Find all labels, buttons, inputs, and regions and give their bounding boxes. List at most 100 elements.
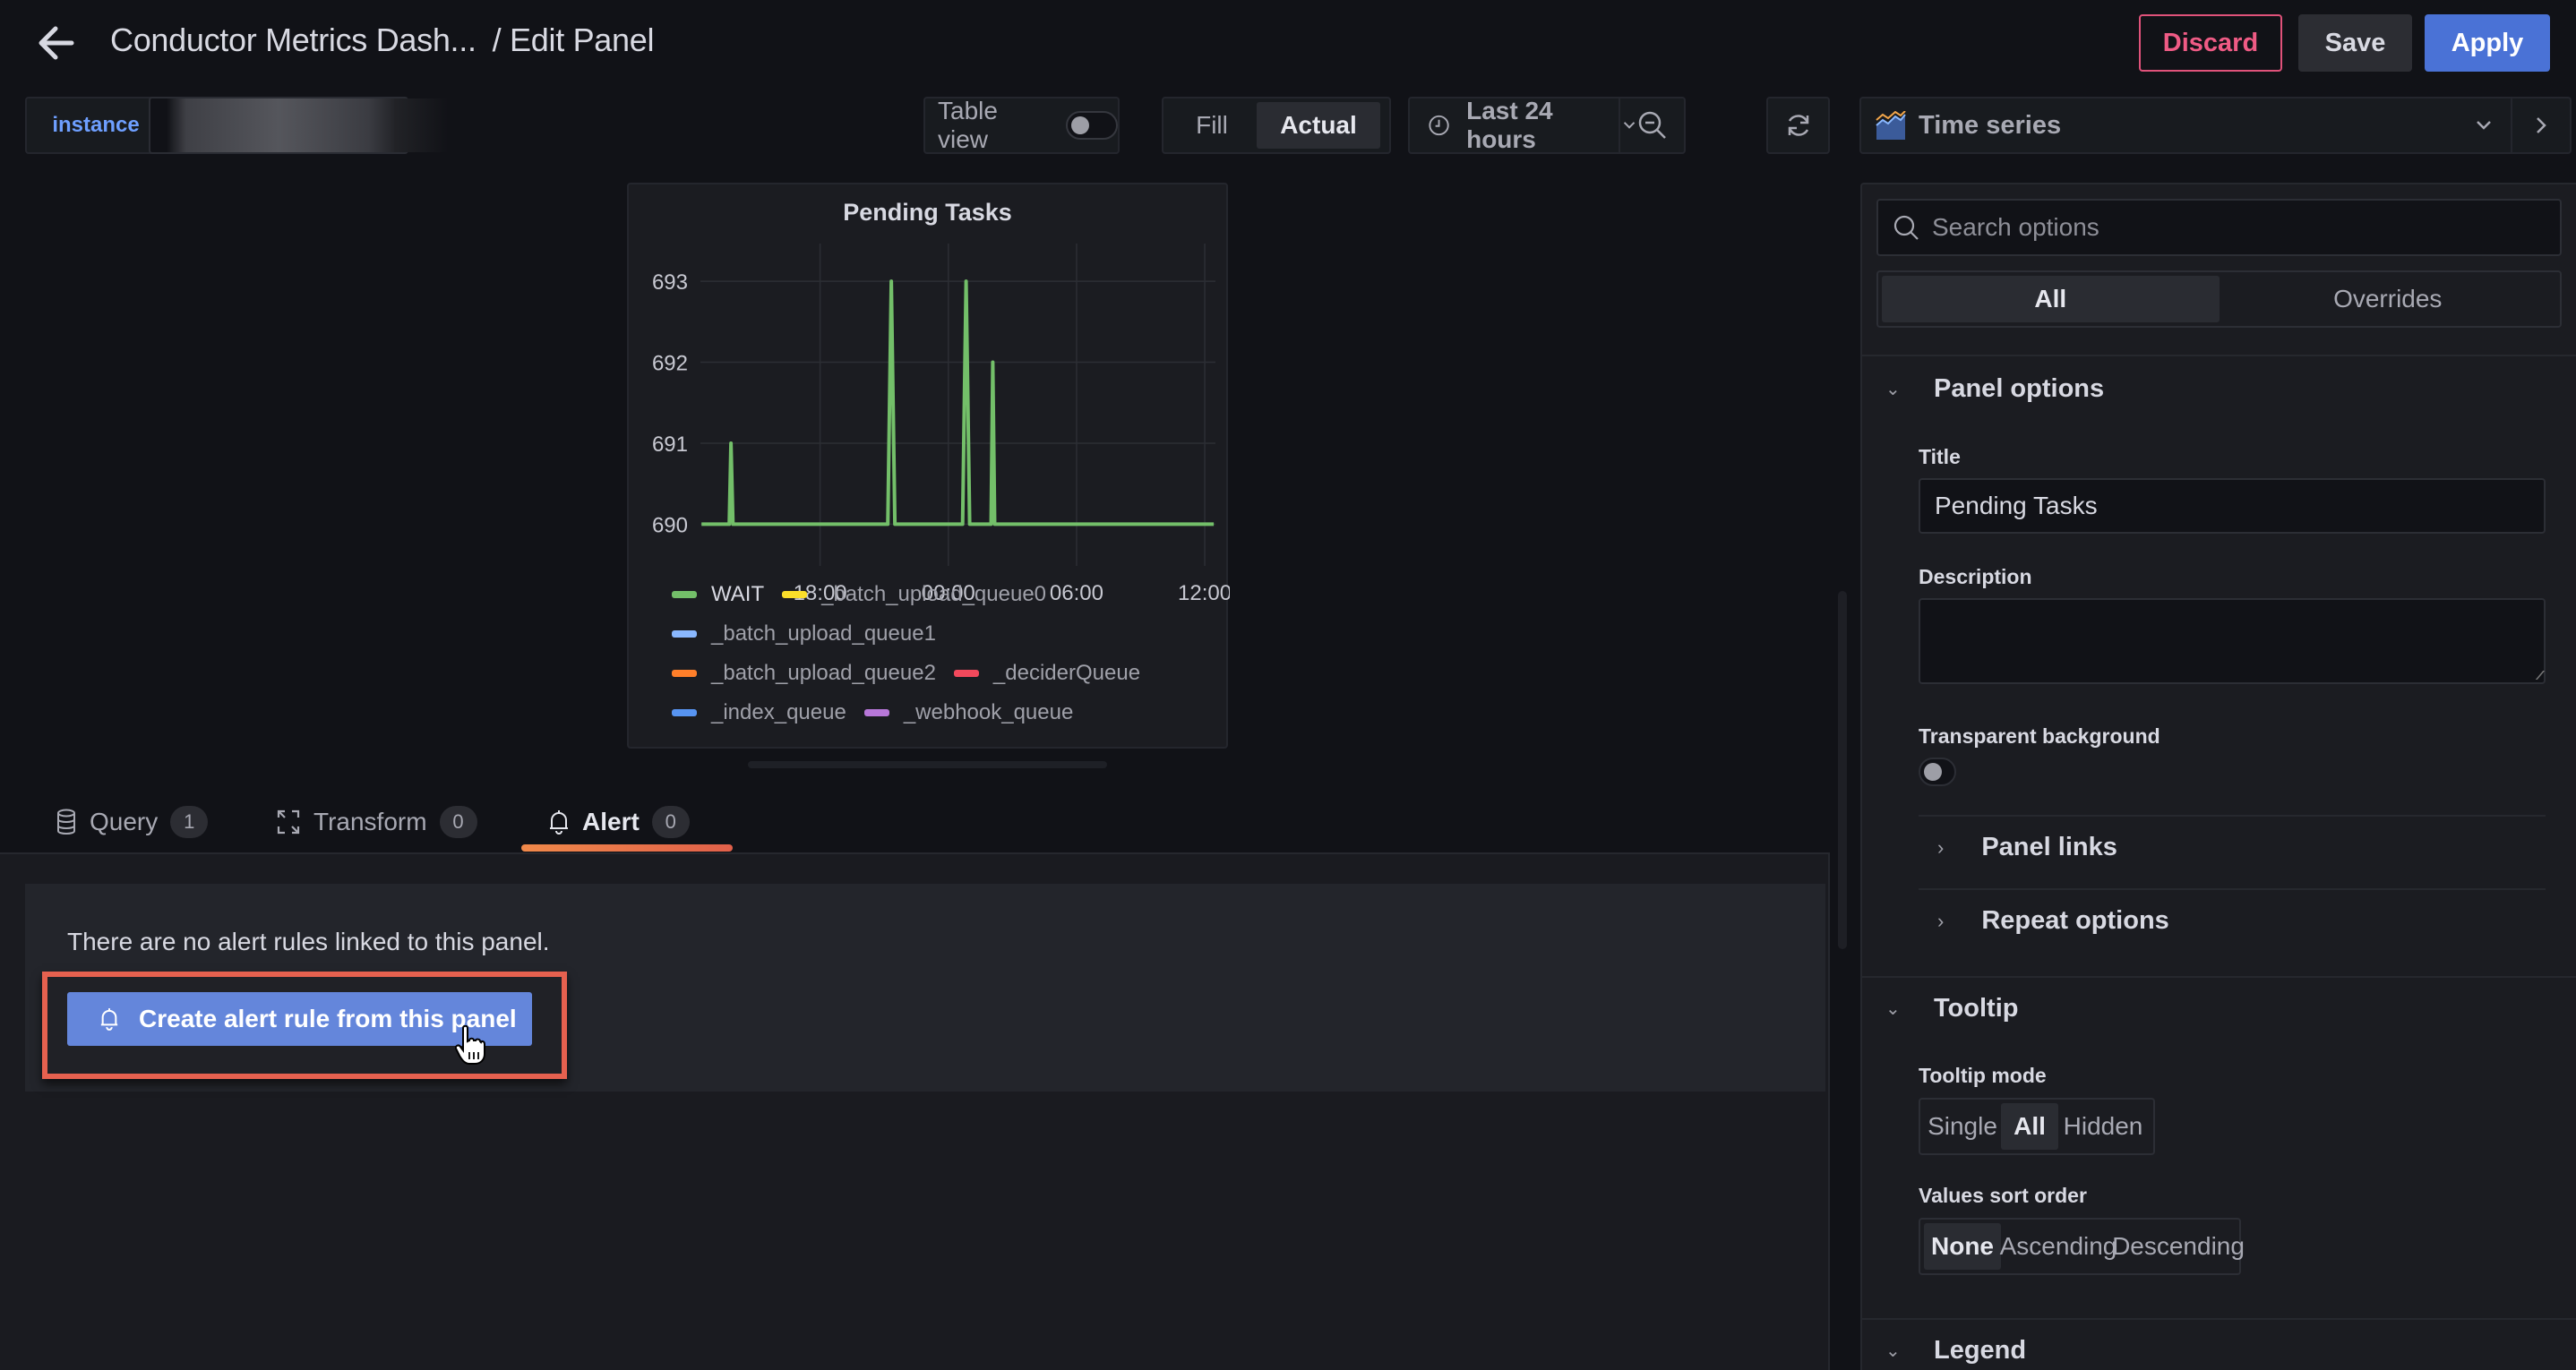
tooltip-mode-hidden[interactable]: Hidden bbox=[2058, 1103, 2148, 1150]
legend-row: _batch_upload_queue2 _deciderQueue bbox=[672, 654, 1218, 693]
legend-item[interactable]: _batch_upload_queue0 bbox=[782, 582, 1046, 607]
options-tabs: All Overrides bbox=[1876, 270, 2562, 328]
description-textarea[interactable] bbox=[1919, 598, 2546, 684]
description-label: Description bbox=[1919, 565, 2032, 588]
divider bbox=[1862, 976, 2576, 978]
active-tab-indicator bbox=[521, 844, 733, 852]
tab-count-badge: 0 bbox=[651, 806, 690, 838]
refresh-button[interactable] bbox=[1766, 97, 1830, 154]
visualization-picker[interactable]: Time series bbox=[1859, 97, 2572, 154]
zoom-out-button[interactable] bbox=[1619, 98, 1684, 152]
divider bbox=[1919, 815, 2546, 817]
time-series-icon bbox=[1876, 111, 1906, 140]
legend-item[interactable]: _batch_upload_queue2 bbox=[672, 661, 936, 686]
legend-item[interactable]: _index_queue bbox=[672, 700, 846, 725]
transparent-background-label: Transparent background bbox=[1919, 724, 2160, 748]
y-tick-label: 690 bbox=[652, 513, 688, 537]
chevron-right-icon: › bbox=[1937, 835, 1945, 859]
breadcrumb: Conductor Metrics Dash... / Edit Panel bbox=[110, 21, 654, 59]
sort-order-descending[interactable]: Descending bbox=[2112, 1223, 2245, 1270]
hand-pointer-cursor-icon bbox=[455, 1025, 485, 1065]
section-title: Tooltip bbox=[1934, 994, 2019, 1023]
tab-alert[interactable]: Alert 0 bbox=[548, 800, 690, 844]
visualization-label: Time series bbox=[1919, 110, 2062, 140]
chevron-down-icon: ⌄ bbox=[1885, 1341, 1901, 1361]
toggle-knob bbox=[1924, 763, 1942, 781]
search-options-input[interactable]: Search options bbox=[1876, 199, 2562, 256]
section-legend[interactable]: ⌄ Legend bbox=[1885, 1336, 2026, 1366]
chart-legend: WAIT _batch_upload_queue0 _batch_upload_qu… bbox=[672, 575, 1218, 732]
database-icon bbox=[57, 809, 75, 835]
search-icon bbox=[1893, 215, 1919, 240]
legend-item[interactable]: _deciderQueue bbox=[953, 661, 1140, 686]
legend-label: _batch_upload_queue0 bbox=[821, 582, 1047, 606]
legend-row: WAIT _batch_upload_queue0 bbox=[672, 575, 1218, 614]
legend-swatch bbox=[672, 670, 697, 677]
legend-swatch bbox=[782, 591, 808, 598]
dashboard-title-link[interactable]: Conductor Metrics Dash... bbox=[110, 21, 477, 58]
title-input[interactable]: Pending Tasks bbox=[1919, 478, 2546, 534]
legend-swatch bbox=[672, 591, 697, 598]
discard-button[interactable]: Discard bbox=[2139, 14, 2282, 72]
editor-scrollbar[interactable] bbox=[1838, 591, 1847, 949]
tooltip-mode-single[interactable]: Single bbox=[1924, 1103, 2001, 1150]
section-panel-options[interactable]: ⌄ Panel options bbox=[1885, 374, 2104, 404]
legend-item[interactable]: _batch_upload_queue1 bbox=[672, 621, 936, 646]
chevron-down-icon: ⌄ bbox=[1885, 380, 1901, 399]
table-view-label: Table view bbox=[938, 97, 998, 153]
legend-item[interactable]: WAIT bbox=[672, 582, 764, 607]
variable-label: instance bbox=[25, 97, 167, 154]
chevron-right-icon: › bbox=[1937, 909, 1945, 932]
y-tick-label: 692 bbox=[652, 352, 688, 376]
clock-icon bbox=[1429, 115, 1449, 136]
tab-count-badge: 0 bbox=[439, 806, 477, 838]
fill-option[interactable]: Fill bbox=[1167, 102, 1257, 149]
options-tab-all[interactable]: All bbox=[1882, 276, 2220, 322]
transparent-background-toggle[interactable] bbox=[1919, 758, 1956, 786]
table-view-toggle[interactable] bbox=[1065, 111, 1118, 140]
tooltip-mode-radio: Single All Hidden bbox=[1919, 1098, 2155, 1155]
legend-item[interactable]: _webhook_queue bbox=[863, 700, 1073, 725]
chevron-down-icon bbox=[2477, 121, 2491, 130]
legend-swatch bbox=[672, 709, 697, 716]
legend-swatch bbox=[953, 670, 979, 677]
actual-option[interactable]: Actual bbox=[1257, 102, 1380, 149]
tab-count-badge: 1 bbox=[170, 806, 209, 838]
tab-transform[interactable]: Transform 0 bbox=[276, 800, 477, 844]
variable-value-select[interactable] bbox=[149, 97, 408, 154]
sort-order-ascending[interactable]: Ascending bbox=[2000, 1223, 2117, 1270]
title-label: Title bbox=[1919, 445, 1961, 468]
arrow-left-icon bbox=[39, 26, 74, 60]
page-title: / Edit Panel bbox=[492, 21, 655, 58]
options-tab-overrides[interactable]: Overrides bbox=[2220, 276, 2557, 322]
sort-order-label: Values sort order bbox=[1919, 1184, 2087, 1207]
series-line-wait bbox=[701, 279, 1215, 527]
chevron-right-icon bbox=[2537, 117, 2546, 133]
apply-button[interactable]: Apply bbox=[2425, 14, 2550, 72]
time-picker: Last 24 hours bbox=[1408, 97, 1686, 154]
table-view-toggle-group: Table view bbox=[923, 97, 1120, 154]
tab-label: Alert bbox=[582, 808, 640, 835]
tooltip-mode-all[interactable]: All bbox=[2001, 1103, 2058, 1150]
time-range-label: Last 24 hours bbox=[1466, 97, 1553, 153]
legend-label: _batch_upload_queue1 bbox=[711, 621, 936, 646]
save-button[interactable]: Save bbox=[2298, 14, 2412, 72]
legend-row: _batch_upload_queue1 bbox=[672, 614, 1218, 654]
tab-label: Transform bbox=[313, 808, 427, 835]
back-button[interactable] bbox=[36, 23, 75, 63]
toggle-options-pane-button[interactable] bbox=[2511, 98, 2570, 152]
size-mode-radio: Fill Actual bbox=[1162, 97, 1391, 154]
section-panel-links[interactable]: › Panel links bbox=[1937, 833, 2117, 862]
panel-resize-handle[interactable] bbox=[748, 761, 1107, 768]
section-tooltip[interactable]: ⌄ Tooltip bbox=[1885, 994, 2018, 1023]
time-range-button[interactable]: Last 24 hours bbox=[1428, 97, 1636, 153]
divider bbox=[1862, 1318, 2576, 1320]
section-title: Legend bbox=[1934, 1336, 2027, 1365]
no-alert-rules-message: There are no alert rules linked to this … bbox=[67, 928, 550, 955]
tab-query[interactable]: Query 1 bbox=[56, 800, 209, 844]
resize-grip-icon[interactable] bbox=[2528, 671, 2546, 680]
sort-order-none[interactable]: None bbox=[1924, 1223, 2001, 1270]
section-title: Repeat options bbox=[1981, 906, 2169, 935]
section-title: Panel options bbox=[1934, 374, 2105, 403]
section-repeat-options[interactable]: › Repeat options bbox=[1937, 906, 2169, 936]
